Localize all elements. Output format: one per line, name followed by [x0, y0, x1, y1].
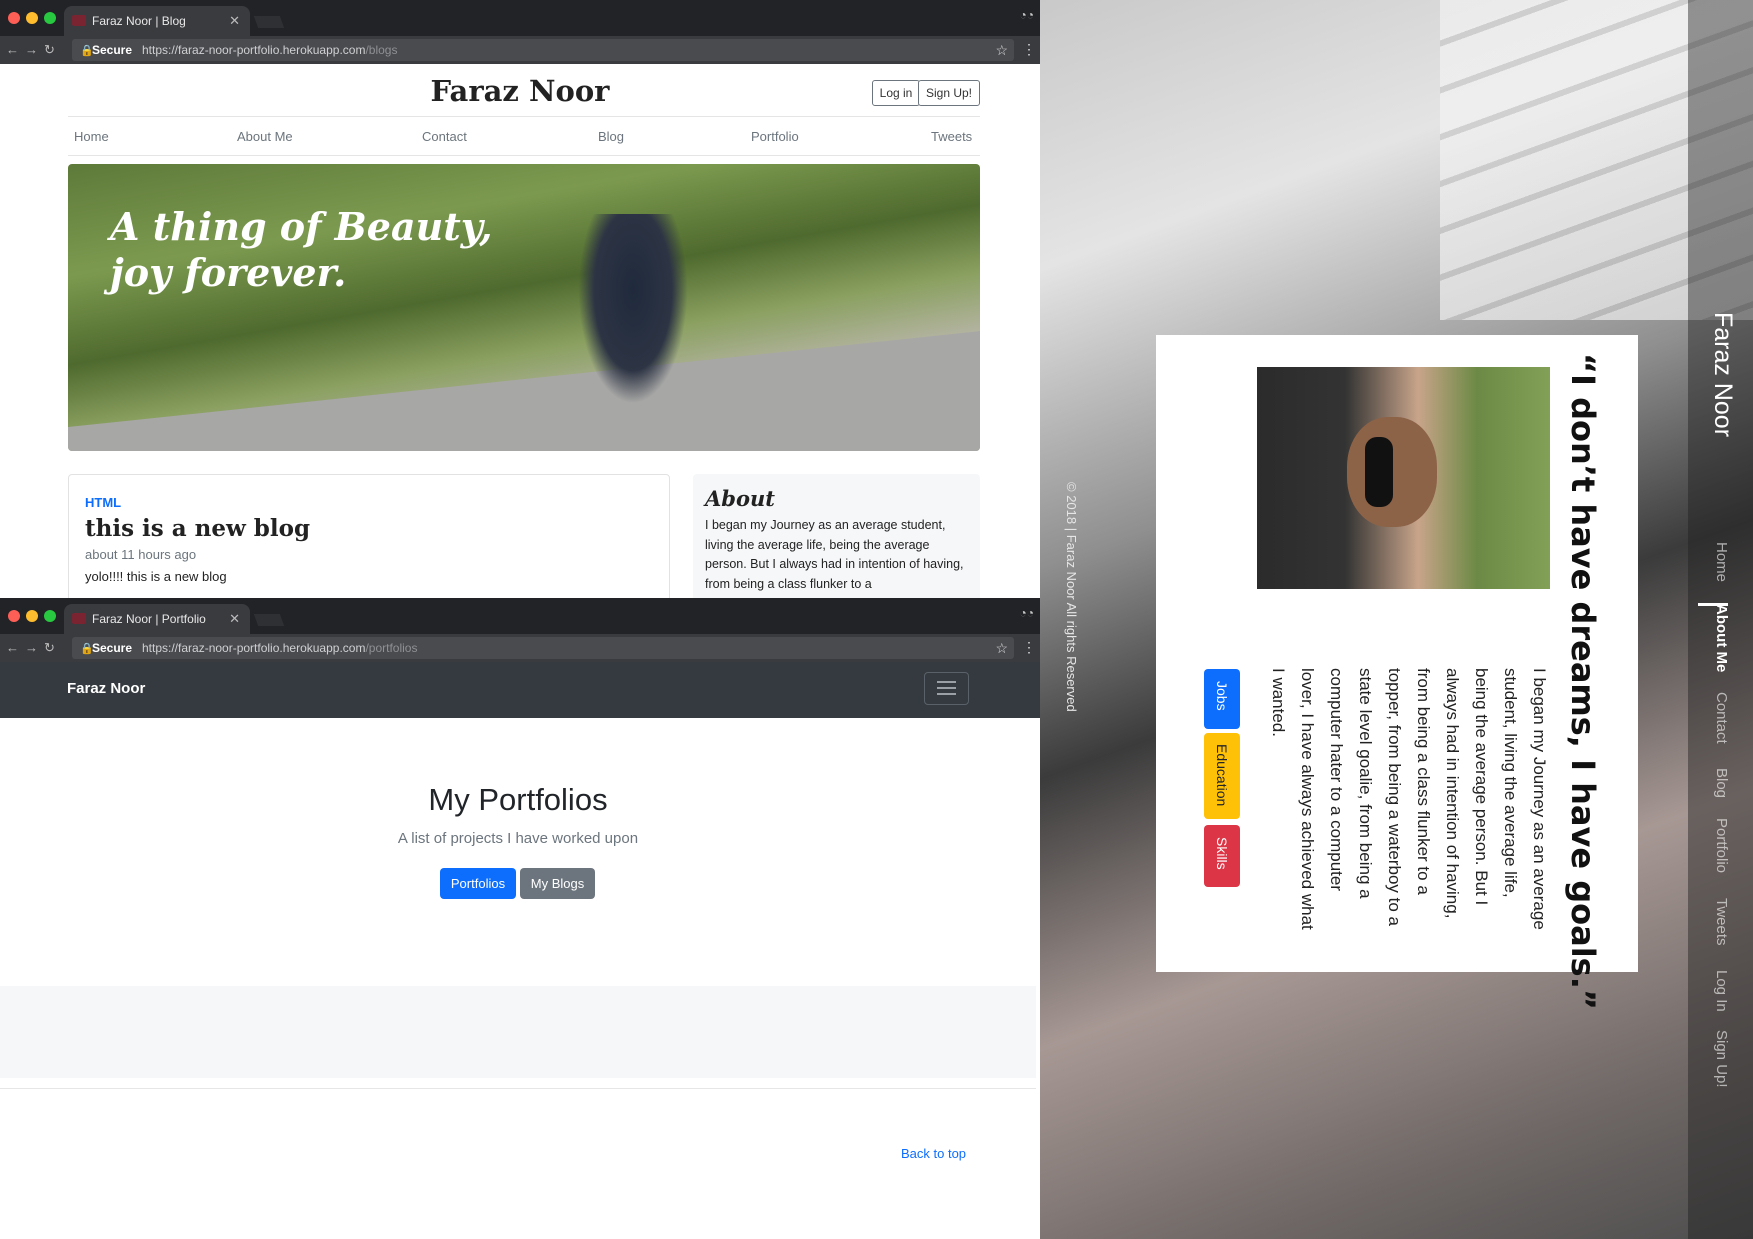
close-window-button[interactable]: [8, 610, 20, 622]
incognito-icon: ◔◔: [1019, 8, 1035, 22]
back-forward-reload-icons[interactable]: ←→↻: [6, 42, 61, 58]
side-nav-portfolio[interactable]: Portfolio: [1713, 818, 1730, 873]
post-body: yolo!!!! this is a new blog: [85, 569, 227, 584]
about-heading: About: [705, 486, 775, 511]
incognito-icon: ◔◔: [1019, 606, 1035, 620]
side-nav-home[interactable]: Home: [1713, 542, 1730, 582]
hamburger-icon: [937, 681, 956, 683]
tab-bar: Faraz Noor | Portfolio ✕ ◔◔: [0, 598, 1040, 634]
skills-button[interactable]: Skills: [1204, 825, 1240, 887]
post-category[interactable]: HTML: [85, 495, 121, 510]
minimize-window-button[interactable]: [26, 610, 38, 622]
login-button[interactable]: Log in: [872, 80, 920, 106]
url-text: https://faraz-noor-portfolio.herokuapp.c…: [142, 641, 418, 655]
nav-home[interactable]: Home: [74, 129, 109, 144]
secure-label: Secure: [92, 43, 133, 57]
url-field[interactable]: 🔒 Secure https://faraz-noor-portfolio.he…: [72, 39, 1014, 61]
maximize-window-button[interactable]: [44, 610, 56, 622]
hero-banner: A thing of Beauty, joy forever.: [68, 164, 980, 451]
profile-photo: [1257, 367, 1550, 589]
browser-menu-icon[interactable]: ⋮: [1022, 639, 1036, 656]
jobs-button[interactable]: Jobs: [1204, 669, 1240, 729]
secure-label: Secure: [92, 641, 133, 655]
portfolio-browser-window: Faraz Noor | Portfolio ✕ ◔◔ ←→↻ 🔒 Secure…: [0, 598, 1040, 1239]
education-button[interactable]: Education: [1204, 733, 1240, 819]
new-tab-button[interactable]: [253, 614, 285, 626]
browser-tab[interactable]: Faraz Noor | Blog ✕: [64, 6, 250, 36]
portfolio-subheading: A list of projects I have worked upon: [397, 830, 639, 847]
nav-tweets[interactable]: Tweets: [931, 129, 972, 144]
about-sidebar: About I began my Journey as an average s…: [693, 474, 980, 598]
portfolio-heading: My Portfolios: [428, 782, 608, 817]
side-nav-about[interactable]: About Me: [1713, 604, 1730, 672]
side-nav-signup[interactable]: Sign Up!: [1713, 1030, 1730, 1088]
nav-about[interactable]: About Me: [237, 129, 293, 144]
portfolio-navbar: Faraz Noor: [0, 662, 1040, 718]
close-tab-icon[interactable]: ✕: [229, 13, 240, 29]
about-card: “I don’t have dreams, I have goals.” I b…: [1156, 335, 1638, 1010]
active-nav-indicator: [1698, 603, 1728, 606]
url-field[interactable]: 🔒 Secure https://faraz-noor-portfolio.he…: [72, 637, 1014, 659]
new-tab-button[interactable]: [253, 16, 285, 28]
navbar-toggle-button[interactable]: [924, 672, 969, 705]
hero-rider-image: [578, 214, 688, 404]
browser-menu-icon[interactable]: ⋮: [1022, 41, 1036, 58]
copyright-text: © 2018 | Faraz Noor All rights Reserved: [1064, 482, 1079, 712]
tab-title: Faraz Noor | Portfolio: [92, 612, 206, 626]
hero-tagline: A thing of Beauty, joy forever.: [110, 204, 493, 295]
nav-portfolio[interactable]: Portfolio: [751, 129, 799, 144]
nav-blog[interactable]: Blog: [598, 129, 624, 144]
maximize-window-button[interactable]: [44, 12, 56, 24]
sunglasses: [1365, 437, 1393, 507]
close-window-button[interactable]: [8, 12, 20, 24]
blog-browser-window: Faraz Noor | Blog ✕ ◔◔ ←→↻ 🔒 Secure http…: [0, 0, 1040, 598]
side-nav-login[interactable]: Log In: [1713, 970, 1730, 1012]
side-site-name[interactable]: Faraz Noor: [1708, 312, 1737, 437]
nav-contact[interactable]: Contact: [422, 129, 467, 144]
back-forward-reload-icons[interactable]: ←→↻: [6, 640, 61, 656]
side-nav-contact[interactable]: Contact: [1713, 692, 1730, 744]
bookmark-star-icon[interactable]: ☆: [995, 42, 1008, 59]
signup-button[interactable]: Sign Up!: [918, 80, 980, 106]
bookmark-star-icon[interactable]: ☆: [995, 640, 1008, 657]
url-text: https://faraz-noor-portfolio.herokuapp.c…: [142, 43, 398, 57]
favicon-icon: [72, 15, 86, 26]
about-text: I began my Journey as an average student…: [705, 518, 964, 591]
blog-post-card: HTML this is a new blog about 11 hours a…: [68, 474, 670, 598]
navbar-brand[interactable]: Faraz Noor: [67, 680, 145, 697]
tab-bar: Faraz Noor | Blog ✕ ◔◔: [0, 0, 1040, 36]
content-band: [0, 986, 1036, 1078]
favicon-icon: [72, 613, 86, 624]
side-nav-tweets[interactable]: Tweets: [1713, 898, 1730, 946]
my-blogs-button[interactable]: My Blogs: [520, 868, 595, 899]
side-nav-blog[interactable]: Blog: [1713, 768, 1730, 798]
about-paragraph: I began my Journey as an average student…: [1269, 668, 1549, 930]
tab-title: Faraz Noor | Blog: [92, 14, 186, 28]
about-quote: “I don’t have dreams, I have goals.”: [1564, 353, 1602, 1010]
portfolios-button[interactable]: Portfolios: [440, 868, 516, 899]
footer-divider: [0, 1088, 1036, 1089]
address-bar-row: ←→↻ 🔒 Secure https://faraz-noor-portfoli…: [0, 36, 1040, 64]
close-tab-icon[interactable]: ✕: [229, 611, 240, 627]
address-bar-row: ←→↻ 🔒 Secure https://faraz-noor-portfoli…: [0, 634, 1040, 662]
hero-road-image: [68, 327, 980, 451]
about-page-screenshot: Faraz Noor Home About Me Contact Blog Po…: [1040, 0, 1753, 1239]
minimize-window-button[interactable]: [26, 12, 38, 24]
post-meta: about 11 hours ago: [85, 547, 197, 562]
post-title[interactable]: this is a new blog: [85, 515, 310, 542]
blog-nav: Home About Me Contact Blog Portfolio Twe…: [68, 116, 980, 156]
browser-tab[interactable]: Faraz Noor | Portfolio ✕: [64, 604, 250, 634]
back-to-top-link[interactable]: Back to top: [901, 1146, 966, 1161]
